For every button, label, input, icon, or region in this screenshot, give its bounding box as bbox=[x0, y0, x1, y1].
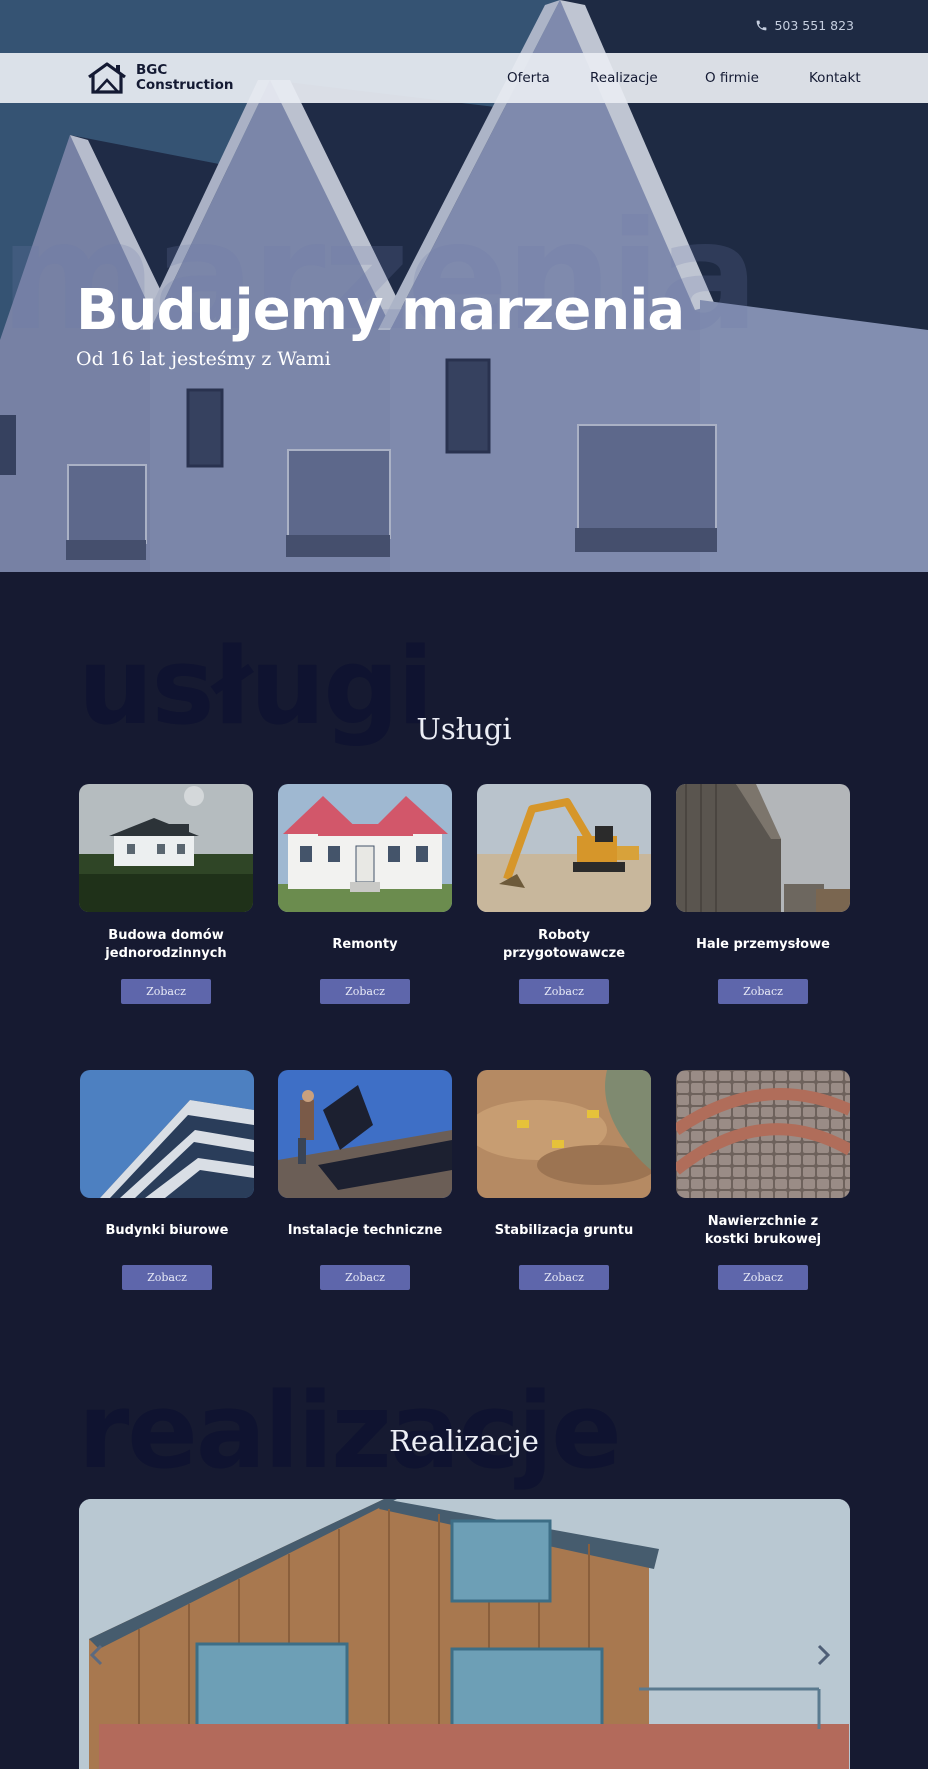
brand-line1: BGC bbox=[136, 62, 168, 78]
service-card: Hale przemysłowe Zobacz bbox=[676, 784, 850, 1004]
nav-kontakt[interactable]: Kontakt bbox=[809, 53, 861, 103]
see-more-button[interactable]: Zobacz bbox=[122, 1265, 212, 1290]
projects-title: Realizacje bbox=[389, 1424, 539, 1458]
service-image-solar[interactable] bbox=[278, 1070, 452, 1198]
brand-line2: Construction bbox=[136, 77, 234, 93]
service-label: Roboty przygotowawcze bbox=[502, 928, 626, 961]
see-more-button[interactable]: Zobacz bbox=[320, 979, 410, 1004]
slider-next-button[interactable] bbox=[816, 1640, 832, 1675]
service-card: Stabilizacja gruntu Zobacz bbox=[477, 1070, 651, 1290]
phone-number[interactable]: 503 551 823 bbox=[774, 18, 854, 33]
service-card: Budowa domów jednorodzinnych Zobacz bbox=[79, 784, 253, 1004]
brand-name: BGC Construction bbox=[136, 63, 234, 93]
see-more-button[interactable]: Zobacz bbox=[718, 1265, 808, 1290]
nav-realizacje[interactable]: Realizacje bbox=[590, 53, 658, 103]
service-image-paving[interactable] bbox=[676, 1070, 850, 1198]
services-title: Usługi bbox=[416, 712, 512, 746]
hero-subtitle: Od 16 lat jesteśmy z Wami bbox=[76, 348, 331, 370]
see-more-button[interactable]: Zobacz bbox=[519, 979, 609, 1004]
service-card: Instalacje techniczne Zobacz bbox=[278, 1070, 452, 1290]
see-more-button[interactable]: Zobacz bbox=[320, 1265, 410, 1290]
service-label: Budowa domów jednorodzinnych bbox=[105, 928, 227, 961]
hero-title: Budujemy marzenia bbox=[76, 278, 685, 343]
service-image-industrial-hall[interactable] bbox=[676, 784, 850, 912]
house-logo-icon bbox=[88, 62, 126, 94]
service-image-house[interactable] bbox=[79, 784, 253, 912]
top-navbar: BGC Construction Oferta Realizacje O fir… bbox=[0, 53, 928, 103]
project-photo bbox=[79, 1499, 850, 1769]
service-card: Roboty przygotowawcze Zobacz bbox=[477, 784, 651, 1004]
service-image-ground[interactable] bbox=[477, 1070, 651, 1198]
service-image-office[interactable] bbox=[80, 1070, 254, 1198]
brand-logo[interactable]: BGC Construction bbox=[86, 61, 234, 95]
phone-contact[interactable]: 503 551 823 bbox=[755, 18, 854, 33]
nav-oferta[interactable]: Oferta bbox=[507, 53, 550, 103]
chevron-left-icon bbox=[89, 1644, 103, 1666]
service-card: Nawierzchnie z kostki brukowej Zobacz bbox=[676, 1070, 850, 1290]
service-image-renovation[interactable] bbox=[278, 784, 452, 912]
service-card: Budynki biurowe Zobacz bbox=[80, 1070, 254, 1290]
service-label: Nawierzchnie z kostki brukowej bbox=[704, 1214, 822, 1247]
service-card: Remonty Zobacz bbox=[278, 784, 452, 1004]
see-more-button[interactable]: Zobacz bbox=[718, 979, 808, 1004]
slider-prev-button[interactable] bbox=[88, 1640, 104, 1675]
service-label: Budynki biurowe bbox=[105, 1223, 229, 1238]
service-label: Instalacje techniczne bbox=[287, 1223, 443, 1238]
see-more-button[interactable]: Zobacz bbox=[121, 979, 211, 1004]
service-label: Hale przemysłowe bbox=[696, 937, 830, 952]
service-label: Remonty bbox=[332, 937, 398, 952]
chevron-right-icon bbox=[817, 1644, 831, 1666]
service-image-excavator[interactable] bbox=[477, 784, 651, 912]
projects-slider[interactable] bbox=[79, 1499, 850, 1769]
phone-icon bbox=[757, 20, 767, 31]
hero-section: 503 551 823 BGC Construction Oferta Real… bbox=[0, 0, 928, 572]
nav-o-firmie[interactable]: O firmie bbox=[705, 53, 759, 103]
service-label: Stabilizacja gruntu bbox=[494, 1223, 634, 1238]
see-more-button[interactable]: Zobacz bbox=[519, 1265, 609, 1290]
